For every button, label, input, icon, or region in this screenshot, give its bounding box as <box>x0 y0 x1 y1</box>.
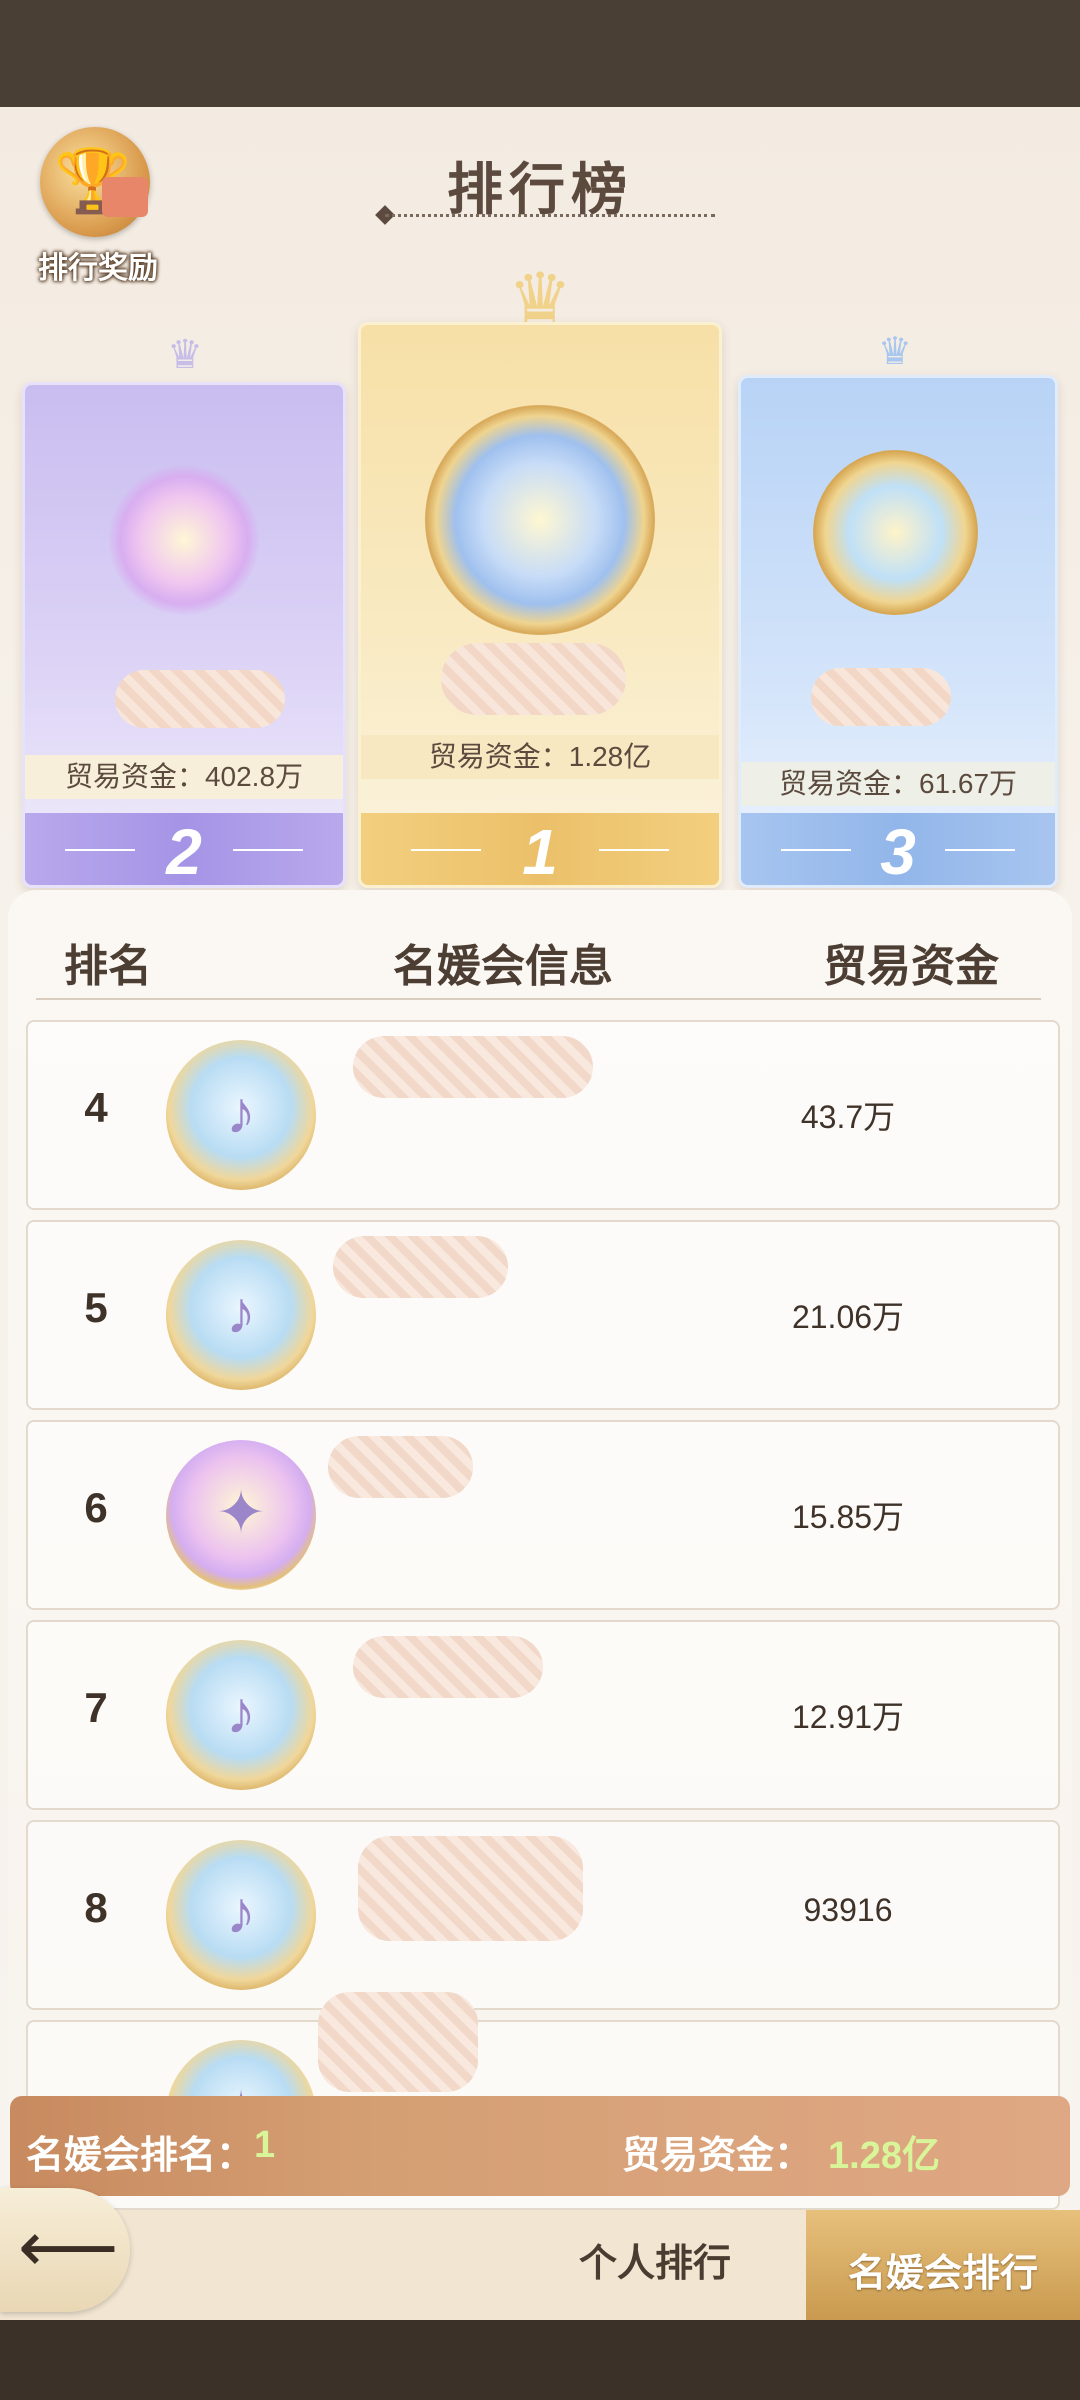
star-badge-icon <box>813 450 978 615</box>
row-rank: 6 <box>84 1484 108 1531</box>
club-name-redacted <box>333 1236 508 1298</box>
club-name-redacted <box>353 1036 593 1098</box>
podium-rank-number: 3 <box>880 816 916 888</box>
tab-personal-ranking[interactable]: 个人排行 <box>560 2232 750 2287</box>
row-rank: 4 <box>84 1084 108 1131</box>
trophy-gift-icon: 🏆 <box>40 127 150 237</box>
club-fund-value: 1.28亿 <box>828 2135 940 2177</box>
podium-rank-strip: 3 <box>741 813 1055 885</box>
tab-club-ranking[interactable]: 名媛会排行 <box>806 2210 1080 2320</box>
club-rank-value: 1 <box>254 2124 276 2166</box>
winged-diamond-badge-icon <box>425 405 655 635</box>
table-row[interactable]: 7 ♪ 12.91万 <box>26 1620 1060 1810</box>
winged-diamond-badge-icon: ✦ <box>166 1440 316 1590</box>
rank-reward-button[interactable]: 🏆 排行奖励 <box>28 127 158 287</box>
club-name-redacted <box>358 1836 583 1941</box>
row-fund: 93916 <box>803 1892 893 1928</box>
club-name-redacted <box>441 643 626 715</box>
row-rank: 5 <box>84 1284 108 1331</box>
club-rank-label: 名媛会排名： <box>26 2135 255 2177</box>
club-name-redacted <box>115 670 285 728</box>
winged-diamond-badge-icon <box>109 465 259 615</box>
leaderboard-panel: 排行榜 🏆 排行奖励 ♛ ♛ ♛ 贸易资金：402.8万 2 贸易资金：1.28… <box>0 107 1080 2320</box>
row-fund: 12.91万 <box>791 1699 905 1735</box>
back-arrow-icon: ⟵ <box>18 2208 119 2286</box>
rank-reward-label: 排行奖励 <box>38 252 158 285</box>
podium-fund-value: 贸易资金：1.28亿 <box>361 735 719 779</box>
row-fund: 43.7万 <box>800 1099 896 1135</box>
ranking-list[interactable]: 排名 名媛会信息 贸易资金 4 ♪ 43.7万 5 ♪ 21.06万 6 ✦ 1… <box>8 890 1072 2210</box>
podium-rank-number: 2 <box>166 816 202 888</box>
my-club-summary-bar: 名媛会排名： 1 贸易资金： 1.28亿 <box>10 2096 1070 2196</box>
header-divider <box>36 998 1041 1000</box>
club-name-redacted <box>353 1636 543 1698</box>
table-row[interactable]: 5 ♪ 21.06万 <box>26 1220 1060 1410</box>
harp-badge-icon: ♪ <box>166 1240 316 1390</box>
club-fund-label: 贸易资金： <box>622 2135 813 2177</box>
title-divider <box>385 214 715 217</box>
podium-rank-strip: 2 <box>25 813 343 885</box>
row-fund: 15.85万 <box>791 1499 905 1535</box>
column-header-fund: 贸易资金 <box>823 942 999 991</box>
harp-diamond-badge-icon: ♪ <box>166 1040 316 1190</box>
table-row[interactable]: 8 ♪ 93916 <box>26 1820 1060 2010</box>
club-name-redacted <box>328 1436 473 1498</box>
table-row[interactable]: 4 ♪ 43.7万 <box>26 1020 1060 1210</box>
podium-card-rank-3[interactable]: 贸易资金：61.67万 3 <box>738 375 1058 888</box>
podium-card-rank-2[interactable]: 贸易资金：402.8万 2 <box>22 382 346 888</box>
back-button[interactable]: ⟵ <box>0 2188 130 2312</box>
row-rank: 7 <box>84 1684 108 1731</box>
top-status-bar <box>0 0 1080 107</box>
club-name-redacted <box>318 1992 478 2092</box>
harp-badge-icon: ♪ <box>166 1640 316 1790</box>
row-rank: 8 <box>84 1884 108 1931</box>
podium-card-rank-1[interactable]: 贸易资金：1.28亿 1 <box>358 322 722 888</box>
table-row[interactable]: 6 ✦ 15.85万 <box>26 1420 1060 1610</box>
harp-badge-icon: ♪ <box>166 1840 316 1990</box>
crown-icon: ♛ <box>877 331 913 373</box>
tab-club-ranking-label: 名媛会排行 <box>847 2253 1038 2295</box>
row-fund: 21.06万 <box>791 1299 905 1335</box>
column-header-club-info: 名媛会信息 <box>393 942 613 991</box>
crown-icon: ♛ <box>167 333 203 377</box>
bottom-system-bar <box>0 2320 1080 2400</box>
podium-fund-value: 贸易资金：402.8万 <box>25 755 343 799</box>
club-name-redacted <box>811 668 951 726</box>
podium-rank-strip: 1 <box>361 813 719 885</box>
column-header-rank: 排名 <box>64 942 152 991</box>
podium-rank-number: 1 <box>522 816 558 888</box>
podium-fund-value: 贸易资金：61.67万 <box>741 762 1055 806</box>
